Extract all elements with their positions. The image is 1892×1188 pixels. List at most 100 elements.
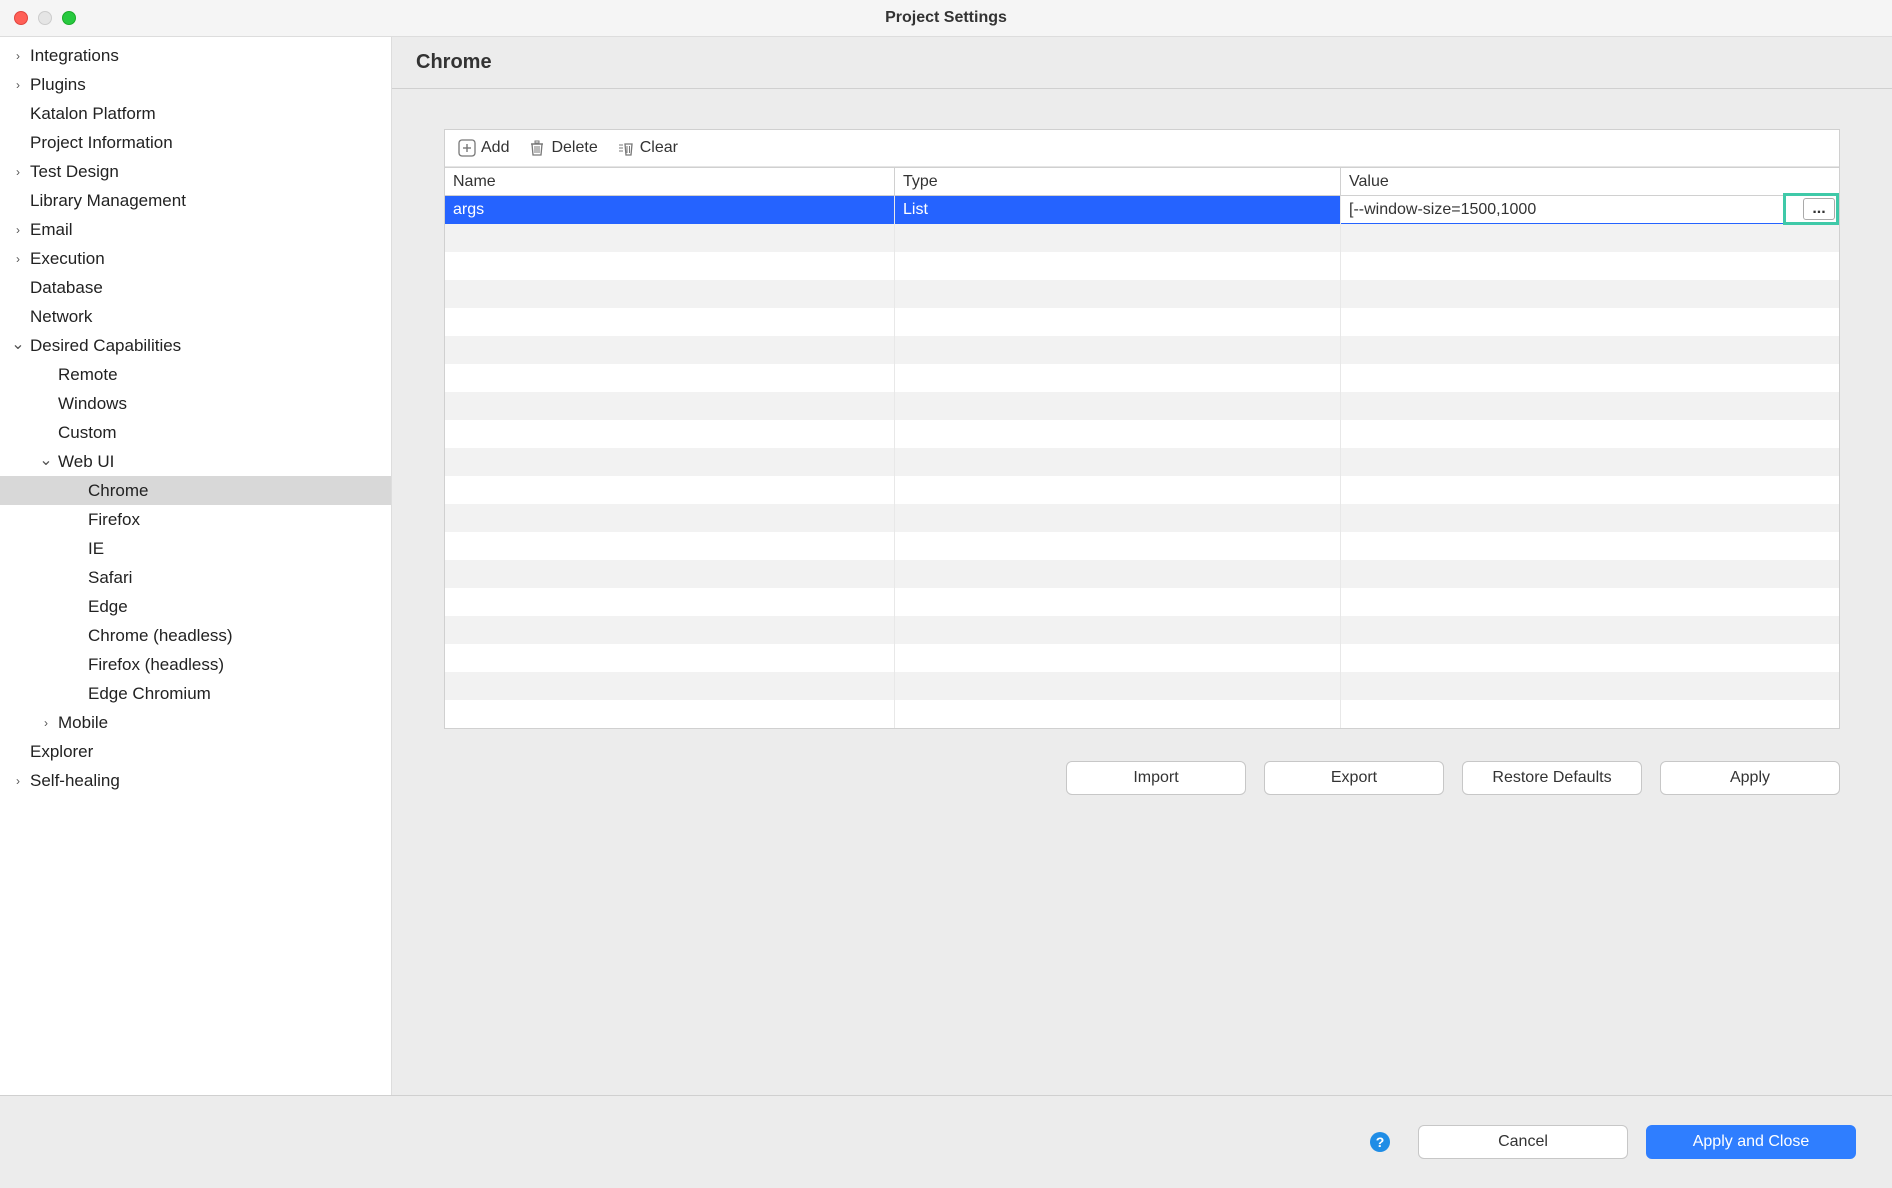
table-row-empty[interactable] — [445, 224, 1839, 252]
chevron-down-icon[interactable]: ⌄ — [40, 450, 52, 470]
help-icon[interactable]: ? — [1370, 1132, 1390, 1152]
sidebar-item-email[interactable]: ›Email — [0, 215, 391, 244]
table-row-empty[interactable] — [445, 588, 1839, 616]
delete-button[interactable]: Delete — [527, 138, 597, 158]
cell-empty — [445, 560, 895, 588]
table-row-empty[interactable] — [445, 448, 1839, 476]
table-row-empty[interactable] — [445, 700, 1839, 728]
cell-type[interactable]: List — [895, 196, 1341, 224]
sidebar-item-self-healing[interactable]: ›Self-healing — [0, 766, 391, 795]
col-header-name[interactable]: Name — [445, 168, 895, 195]
table-row-empty[interactable] — [445, 476, 1839, 504]
cell-name[interactable]: args — [445, 196, 895, 224]
table-row-empty[interactable] — [445, 364, 1839, 392]
sidebar-item-custom[interactable]: ›Custom — [0, 418, 391, 447]
chevron-down-icon[interactable]: ⌄ — [12, 334, 24, 354]
chevron-right-icon[interactable]: › — [12, 223, 24, 237]
sidebar-item-plugins[interactable]: › Plugins — [0, 70, 391, 99]
close-window-button[interactable] — [14, 11, 28, 25]
apply-button[interactable]: Apply — [1660, 761, 1840, 795]
col-header-value[interactable]: Value — [1341, 168, 1839, 195]
maximize-window-button[interactable] — [62, 11, 76, 25]
sidebar: ›Integrations›Plugins›Katalon Platform›P… — [0, 37, 392, 1095]
clear-label: Clear — [640, 139, 678, 157]
table-row-empty[interactable] — [445, 672, 1839, 700]
sidebar-item-remote[interactable]: ›Remote — [0, 360, 391, 389]
sidebar-item-firefox[interactable]: ›Firefox — [0, 505, 391, 534]
titlebar: Project Settings — [0, 0, 1892, 37]
sidebar-item-edge-chromium[interactable]: ›Edge Chromium — [0, 679, 391, 708]
cell-empty — [1341, 672, 1839, 700]
table-row-empty[interactable] — [445, 336, 1839, 364]
chevron-right-icon[interactable]: › — [12, 252, 24, 266]
col-header-type[interactable]: Type — [895, 168, 1341, 195]
sidebar-item-label: Chrome (headless) — [88, 626, 233, 646]
sidebar-item-windows[interactable]: ›Windows — [0, 389, 391, 418]
panel-button-row: Import Export Restore Defaults Apply — [444, 761, 1840, 795]
chevron-right-icon[interactable]: › — [12, 49, 24, 63]
sidebar-item-chrome-headless-[interactable]: ›Chrome (headless) — [0, 621, 391, 650]
table-row-empty[interactable] — [445, 420, 1839, 448]
cell-empty — [895, 308, 1341, 336]
import-button[interactable]: Import — [1066, 761, 1246, 795]
cell-empty — [1341, 700, 1839, 728]
export-button[interactable]: Export — [1264, 761, 1444, 795]
cell-empty — [1341, 588, 1839, 616]
sidebar-item-safari[interactable]: ›Safari — [0, 563, 391, 592]
sidebar-item-ie[interactable]: ›IE — [0, 534, 391, 563]
sidebar-item-mobile[interactable]: ›Mobile — [0, 708, 391, 737]
table-row-empty[interactable] — [445, 560, 1839, 588]
sidebar-item-label: Katalon Platform — [30, 104, 156, 124]
sidebar-item-label: Firefox (headless) — [88, 655, 224, 675]
restore-defaults-button[interactable]: Restore Defaults — [1462, 761, 1642, 795]
minimize-window-button[interactable] — [38, 11, 52, 25]
sidebar-item-label: Execution — [30, 249, 105, 269]
table-body: argsList[--window-size=1500,1000... — [445, 196, 1839, 728]
cancel-button[interactable]: Cancel — [1418, 1125, 1628, 1159]
cell-empty — [895, 672, 1341, 700]
table-row-empty[interactable] — [445, 616, 1839, 644]
cell-empty — [895, 420, 1341, 448]
add-button[interactable]: Add — [457, 138, 509, 158]
table-row-empty[interactable] — [445, 532, 1839, 560]
clear-button[interactable]: Clear — [616, 138, 678, 158]
cell-empty — [1341, 420, 1839, 448]
cell-empty — [445, 504, 895, 532]
chevron-right-icon[interactable]: › — [12, 774, 24, 788]
sidebar-item-explorer[interactable]: ›Explorer — [0, 737, 391, 766]
table-row-empty[interactable] — [445, 644, 1839, 672]
chevron-right-icon[interactable]: › — [40, 716, 52, 730]
cell-empty — [445, 224, 895, 252]
sidebar-item-label: Plugins — [30, 75, 86, 95]
cell-empty — [445, 448, 895, 476]
table-row-empty[interactable] — [445, 504, 1839, 532]
sidebar-item-database[interactable]: ›Database — [0, 273, 391, 302]
sidebar-item-katalon-platform[interactable]: ›Katalon Platform — [0, 99, 391, 128]
sidebar-item-label: Remote — [58, 365, 118, 385]
sidebar-item-firefox-headless-[interactable]: ›Firefox (headless) — [0, 650, 391, 679]
chevron-right-icon[interactable]: › — [12, 78, 24, 92]
sidebar-item-desired-capabilities[interactable]: ⌄Desired Capabilities — [0, 331, 391, 360]
cell-value[interactable]: [--window-size=1500,1000... — [1341, 196, 1839, 224]
sidebar-item-label: Network — [30, 307, 92, 327]
sidebar-item-test-design[interactable]: ›Test Design — [0, 157, 391, 186]
chevron-right-icon[interactable]: › — [12, 165, 24, 179]
sidebar-item-network[interactable]: ›Network — [0, 302, 391, 331]
sidebar-item-web-ui[interactable]: ⌄Web UI — [0, 447, 391, 476]
sidebar-item-integrations[interactable]: › Integrations — [0, 41, 391, 70]
apply-and-close-button[interactable]: Apply and Close — [1646, 1125, 1856, 1159]
sidebar-item-project-information[interactable]: ›Project Information — [0, 128, 391, 157]
table-row-empty[interactable] — [445, 308, 1839, 336]
sidebar-item-chrome[interactable]: ›Chrome — [0, 476, 391, 505]
sidebar-item-label: Integrations — [30, 46, 119, 66]
cell-empty — [445, 392, 895, 420]
sidebar-item-edge[interactable]: ›Edge — [0, 592, 391, 621]
table-row-empty[interactable] — [445, 252, 1839, 280]
sidebar-item-library-management[interactable]: ›Library Management — [0, 186, 391, 215]
sidebar-item-execution[interactable]: › Execution — [0, 244, 391, 273]
table-row[interactable]: argsList[--window-size=1500,1000... — [445, 196, 1839, 224]
table-row-empty[interactable] — [445, 392, 1839, 420]
cell-empty — [1341, 644, 1839, 672]
table-row-empty[interactable] — [445, 280, 1839, 308]
edit-value-button[interactable]: ... — [1803, 198, 1835, 220]
